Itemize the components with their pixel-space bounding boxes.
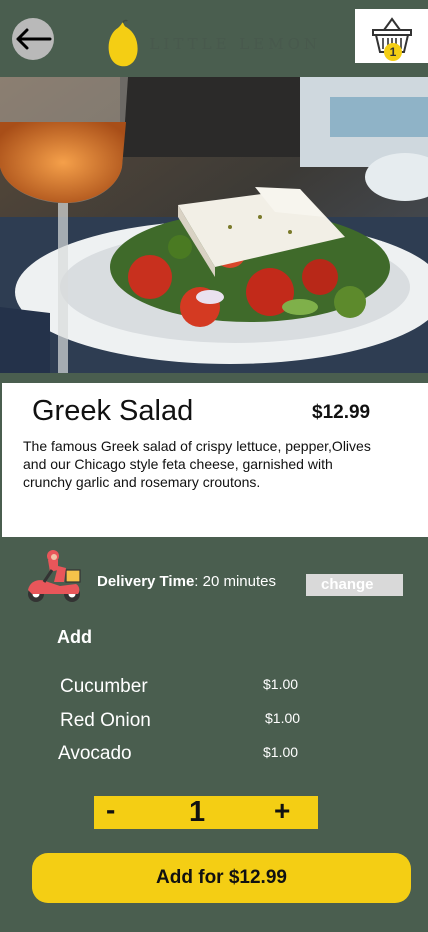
little-lemon-logo: LITTLE LEMON	[106, 16, 321, 72]
addon-cucumber-price: $1.00	[263, 676, 299, 692]
addon-red-onion-price: $1.00	[265, 710, 301, 726]
dish-name: Greek Salad	[32, 395, 194, 427]
app-header: LITTLE LEMON 1	[0, 0, 428, 77]
logo-text: LITTLE LEMON	[149, 35, 321, 53]
delivery-scooter-icon	[28, 550, 81, 602]
addon-avocado[interactable]: Avocado	[58, 743, 132, 765]
arrow-left-icon	[16, 28, 52, 50]
dish-description: The famous Greek salad of crispy lettuce…	[23, 438, 371, 490]
add-to-cart-button[interactable]: Add for $12.99	[32, 853, 411, 903]
cart-count-badge: 1	[384, 43, 402, 61]
lemon-icon	[108, 19, 138, 67]
dish-photo	[0, 77, 428, 373]
addons-heading: Add	[57, 627, 92, 647]
dish-price: $12.99	[312, 402, 371, 423]
addon-red-onion[interactable]: Red Onion	[60, 710, 151, 732]
addon-cucumber[interactable]: Cucumber	[60, 676, 148, 698]
back-button[interactable]	[12, 18, 54, 60]
decrease-quantity-button[interactable]: -	[106, 794, 115, 826]
cart-button[interactable]: 1	[355, 9, 428, 63]
dish-info-card: Greek Salad $12.99 The famous Greek sala…	[2, 383, 428, 537]
greek-salad-image	[0, 77, 428, 373]
change-delivery-button[interactable]: change	[306, 574, 403, 596]
delivery-time-value: : 20 minutes	[194, 573, 276, 590]
increase-quantity-button[interactable]: +	[274, 795, 290, 827]
delivery-time: Delivery Time: 20 minutes	[97, 573, 276, 590]
addon-avocado-price: $1.00	[263, 744, 299, 760]
quantity-value: 1	[189, 796, 206, 828]
delivery-time-label: Delivery Time	[97, 573, 195, 590]
quantity-stepper: - 1 +	[94, 794, 318, 829]
